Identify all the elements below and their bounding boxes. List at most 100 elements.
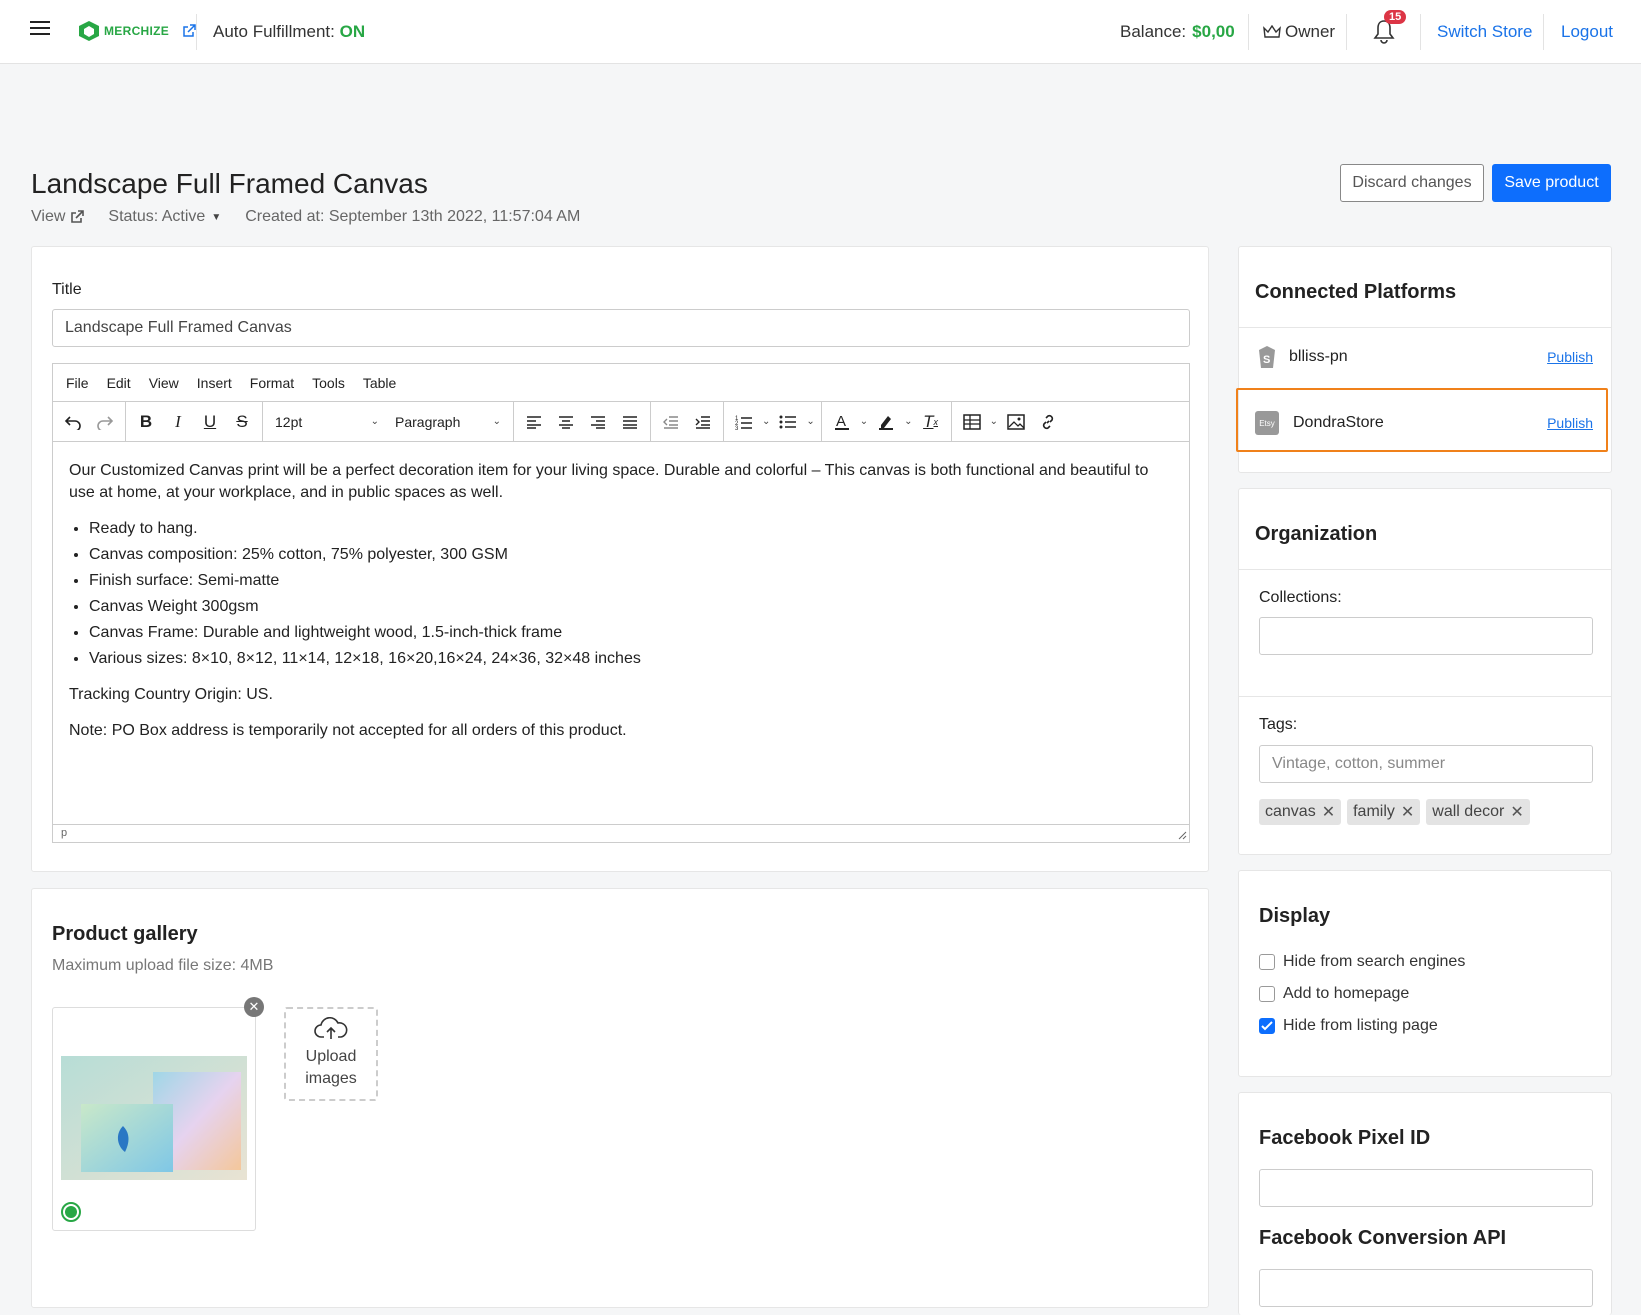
upload-images-button[interactable]: Upload images xyxy=(284,1007,378,1101)
checkbox-checked[interactable] xyxy=(1259,1018,1275,1034)
menu-table[interactable]: Table xyxy=(363,375,396,391)
crown-icon xyxy=(1263,25,1281,38)
remove-tag-icon[interactable]: ✕ xyxy=(1510,802,1523,822)
save-product-button[interactable]: Save product xyxy=(1492,164,1611,202)
option-label: Hide from search engines xyxy=(1283,953,1466,970)
menu-icon[interactable] xyxy=(30,21,50,39)
balance-label: Balance: xyxy=(1120,22,1187,41)
resize-handle-icon[interactable] xyxy=(1177,830,1187,840)
display-card: Display Hide from search engines Add to … xyxy=(1238,870,1612,1077)
tags-label: Tags: xyxy=(1259,716,1298,733)
status-dropdown[interactable]: Status: Active ▼ xyxy=(108,208,221,226)
divider xyxy=(1420,14,1421,50)
chevron-down-icon[interactable]: ⌄ xyxy=(762,416,770,427)
align-center-icon[interactable] xyxy=(552,408,580,436)
chevron-down-icon[interactable]: ⌄ xyxy=(990,416,998,427)
product-gallery-card: Product gallery Maximum upload file size… xyxy=(31,888,1209,1308)
chevron-down-icon[interactable]: ⌄ xyxy=(904,416,912,427)
product-details-card: Title Landscape Full Framed Canvas File … xyxy=(31,246,1209,872)
bullet-list-icon[interactable] xyxy=(774,408,802,436)
facebook-pixel-title: Facebook Pixel ID xyxy=(1259,1127,1431,1149)
tags-input[interactable]: Vintage, cotton, summer xyxy=(1259,745,1593,783)
menu-insert[interactable]: Insert xyxy=(197,375,232,391)
tag-label: family xyxy=(1353,803,1395,820)
insert-group: ⌄ xyxy=(952,402,1068,441)
switch-store-link[interactable]: Switch Store xyxy=(1437,22,1532,42)
clear-formatting-icon[interactable]: Tx xyxy=(917,408,945,436)
highlight-icon[interactable] xyxy=(872,408,900,436)
underline-icon[interactable]: U xyxy=(196,408,224,436)
menu-view[interactable]: View xyxy=(149,375,179,391)
merchize-logo[interactable]: MERCHIZE xyxy=(78,20,197,42)
text-color-icon[interactable]: A xyxy=(828,408,856,436)
redo-icon[interactable] xyxy=(91,408,119,436)
list-item: Canvas Frame: Durable and lightweight wo… xyxy=(89,622,1173,644)
title-input[interactable]: Landscape Full Framed Canvas xyxy=(52,309,1190,347)
discard-changes-button[interactable]: Discard changes xyxy=(1340,164,1484,202)
upload-label-line1: Upload xyxy=(305,1048,357,1065)
add-homepage-option[interactable]: Add to homepage xyxy=(1259,985,1409,1003)
chevron-down-icon[interactable]: ⌄ xyxy=(860,416,868,427)
description-editor: File Edit View Insert Format Tools Table… xyxy=(52,363,1190,843)
outdent-icon[interactable] xyxy=(657,408,685,436)
hide-search-engines-option[interactable]: Hide from search engines xyxy=(1259,953,1465,971)
align-group xyxy=(514,402,651,441)
title-label: Title xyxy=(52,281,82,298)
publish-link[interactable]: Publish xyxy=(1547,349,1593,365)
divider xyxy=(1239,696,1611,697)
list-item: Canvas composition: 25% cotton, 75% poly… xyxy=(89,544,1173,566)
bold-icon[interactable]: B xyxy=(132,408,160,436)
top-bar: MERCHIZE Auto Fulfillment: ON Balance: $0… xyxy=(0,0,1641,64)
align-right-icon[interactable] xyxy=(584,408,612,436)
facebook-pixel-input[interactable] xyxy=(1259,1169,1593,1207)
editor-toolbar: B I U S 12pt ⌄ Paragraph ⌄ 1 2 3 ⌄ ⌄ A ⌄… xyxy=(53,402,1189,442)
menu-tools[interactable]: Tools xyxy=(312,375,345,391)
align-justify-icon[interactable] xyxy=(616,408,644,436)
checkbox[interactable] xyxy=(1259,954,1275,970)
image-icon[interactable] xyxy=(1002,408,1030,436)
hide-listing-page-option[interactable]: Hide from listing page xyxy=(1259,1017,1438,1035)
editor-content[interactable]: Our Customized Canvas print will be a pe… xyxy=(53,442,1189,807)
remove-image-icon[interactable]: ✕ xyxy=(244,997,264,1017)
element-path: p xyxy=(61,827,68,839)
highlight-box xyxy=(1236,388,1608,452)
menu-format[interactable]: Format xyxy=(250,375,294,391)
facebook-conversion-title: Facebook Conversion API xyxy=(1259,1227,1507,1249)
notification-badge: 15 xyxy=(1384,10,1407,24)
tracking-paragraph: Tracking Country Origin: US. xyxy=(69,686,273,703)
indent-icon[interactable] xyxy=(689,408,717,436)
platform-name: blliss-pn xyxy=(1289,348,1348,365)
format-group: B I U S xyxy=(126,402,263,441)
remove-tag-icon[interactable]: ✕ xyxy=(1401,802,1414,822)
auto-fulfillment-status: Auto Fulfillment: ON xyxy=(213,22,365,42)
gallery-image[interactable] xyxy=(52,1007,256,1231)
primary-image-radio[interactable] xyxy=(61,1202,81,1222)
list-group: 123 ⌄ ⌄ xyxy=(724,402,822,441)
owner-menu[interactable]: Owner xyxy=(1263,22,1335,42)
italic-icon[interactable]: I xyxy=(164,408,192,436)
tags-list: canvas ✕ family ✕ wall decor ✕ xyxy=(1259,799,1536,825)
logout-link[interactable]: Logout xyxy=(1561,22,1613,42)
checkbox[interactable] xyxy=(1259,986,1275,1002)
view-link[interactable]: View xyxy=(31,208,86,226)
menu-edit[interactable]: Edit xyxy=(107,375,131,391)
menu-file[interactable]: File xyxy=(66,375,89,391)
remove-tag-icon[interactable]: ✕ xyxy=(1322,802,1335,822)
undo-icon[interactable] xyxy=(59,408,87,436)
facebook-conversion-input[interactable] xyxy=(1259,1269,1593,1307)
numbered-list-icon[interactable]: 123 xyxy=(730,408,758,436)
table-icon[interactable] xyxy=(958,408,986,436)
align-left-icon[interactable] xyxy=(520,408,548,436)
link-icon[interactable] xyxy=(1034,408,1062,436)
chevron-down-icon[interactable]: ⌄ xyxy=(806,416,814,427)
view-label: View xyxy=(31,208,66,225)
font-size-select[interactable]: 12pt ⌄ xyxy=(269,414,385,430)
feature-list: Ready to hang. Canvas composition: 25% c… xyxy=(89,518,1173,670)
editor-menubar: File Edit View Insert Format Tools Table xyxy=(53,364,1189,402)
external-link-icon[interactable] xyxy=(181,23,197,39)
strikethrough-icon[interactable]: S xyxy=(228,408,256,436)
status-label: Status: Active xyxy=(108,208,206,225)
block-format-select[interactable]: Paragraph ⌄ xyxy=(389,414,507,430)
collections-input[interactable] xyxy=(1259,617,1593,655)
svg-text:A: A xyxy=(836,413,846,430)
